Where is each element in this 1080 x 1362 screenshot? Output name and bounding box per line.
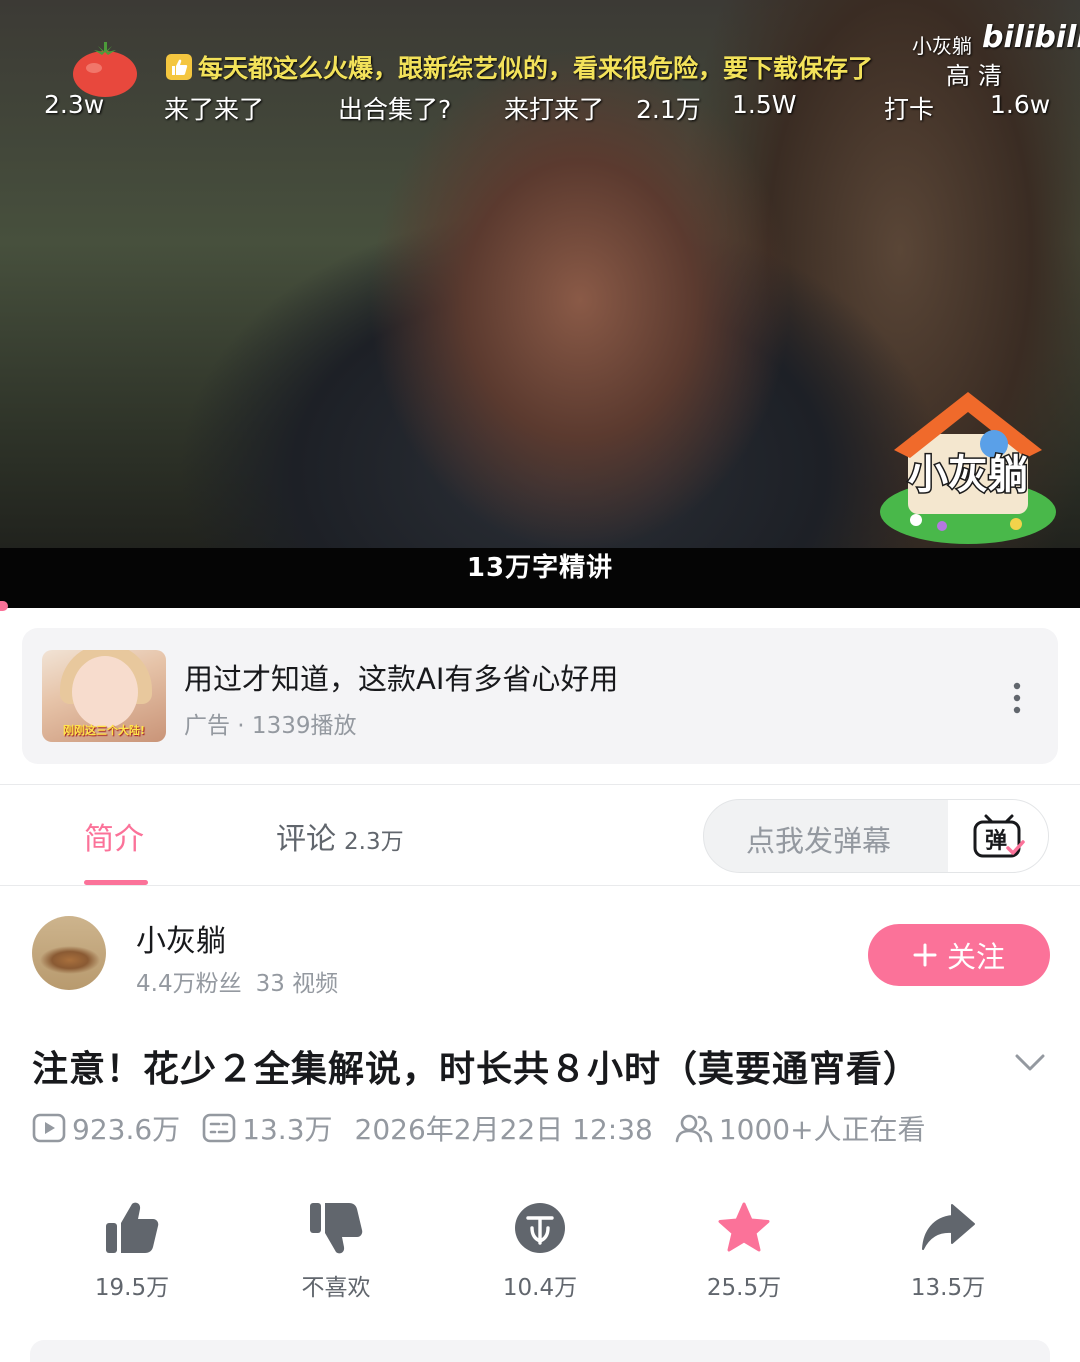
ad-thumbnail-caption: 刚刚这三个大陆! bbox=[62, 724, 146, 737]
next-section-card bbox=[30, 1340, 1050, 1362]
video-title: 注意！花少２全集解说，时长共８小时（莫要通宵看） bbox=[32, 1049, 921, 1090]
danmaku-item: 打卡 bbox=[884, 95, 935, 124]
tab-intro[interactable]: 简介 bbox=[84, 814, 144, 858]
tab-comments-label: 评论 bbox=[276, 822, 336, 857]
tab-comments-count: 2.3万 bbox=[344, 829, 404, 855]
ad-meta: 广告 · 1339播放 bbox=[184, 713, 357, 739]
plus-icon bbox=[913, 943, 937, 967]
ad-thumbnail: 刚刚这三个大陆! bbox=[42, 650, 166, 742]
uploader-stats: 4.4万粉丝 33 视频 bbox=[136, 964, 338, 998]
chevron-down-icon[interactable] bbox=[1014, 1052, 1046, 1074]
danmaku-item: 2.1万 bbox=[636, 95, 701, 124]
dislike-label: 不喜欢 bbox=[301, 1275, 371, 1301]
follow-button[interactable]: 关注 bbox=[868, 924, 1050, 986]
danmaku-input[interactable]: 点我发弹幕 弹 bbox=[703, 799, 1049, 873]
highlighted-danmaku: 每天都这么火爆，跟新综艺似的，看来很危险，要下载保存了 bbox=[166, 50, 873, 84]
video-meta: 923.6万 13.3万 2026年2月22日 12:38 1000+人正在看 bbox=[32, 1108, 948, 1148]
danmaku-settings-button[interactable]: 弹 bbox=[948, 800, 1048, 872]
uploader-fans: 4.4万粉丝 bbox=[136, 971, 242, 997]
play-count: 923.6万 bbox=[32, 1108, 180, 1148]
favorite-count: 25.5万 bbox=[706, 1275, 782, 1301]
publish-date-value: 2026年2月22日 12:38 bbox=[354, 1113, 653, 1146]
ad-card[interactable]: 刚刚这三个大陆! 用过才知道，这款AI有多省心好用 广告 · 1339播放 bbox=[22, 628, 1058, 764]
people-icon bbox=[675, 1114, 713, 1143]
danmaku-count-icon bbox=[202, 1113, 236, 1143]
corner-logo-text: 小灰躺 bbox=[908, 452, 1028, 498]
watching-now-value: 1000+人正在看 bbox=[718, 1113, 926, 1146]
divider bbox=[0, 885, 1080, 886]
danmaku-item: 2.3w bbox=[44, 90, 105, 119]
danmaku-item: 出合集了? bbox=[338, 95, 452, 124]
channel-corner-logo: 小灰躺 bbox=[880, 392, 1056, 544]
danmaku-count: 13.3万 bbox=[202, 1108, 333, 1148]
highlighted-danmaku-text: 每天都这么火爆，跟新综艺似的，看来很危险，要下载保存了 bbox=[198, 54, 874, 83]
danmaku-toggle-icon: 弹 bbox=[973, 814, 1025, 858]
quality-label[interactable]: 高清 bbox=[946, 56, 1010, 91]
share-count: 13.5万 bbox=[910, 1275, 986, 1301]
more-vertical-icon[interactable] bbox=[1006, 678, 1028, 718]
danmaku-glyph: 弹 bbox=[985, 829, 1007, 854]
ad-title: 用过才知道，这款AI有多省心好用 bbox=[184, 662, 619, 696]
publish-date: 2026年2月22日 12:38 bbox=[355, 1108, 653, 1148]
video-subtitle: 13万字精讲 bbox=[466, 553, 614, 583]
danmaku-item: 1.5W bbox=[732, 90, 797, 119]
coin-count: 10.4万 bbox=[502, 1275, 578, 1301]
danmaku-item: 来了来了 bbox=[164, 95, 265, 124]
danmaku-item: 来打来了 bbox=[504, 95, 605, 124]
thumbs-up-icon bbox=[166, 54, 192, 80]
thumbs-up-icon bbox=[106, 1202, 159, 1253]
thumbs-down-icon bbox=[310, 1203, 363, 1254]
share-button[interactable]: 13.5万 bbox=[878, 1198, 1018, 1302]
uploader-name[interactable]: 小灰躺 bbox=[136, 916, 226, 960]
progress-handle[interactable] bbox=[0, 601, 8, 611]
coin-button[interactable]: 10.4万 bbox=[470, 1198, 610, 1302]
coin-icon bbox=[515, 1203, 565, 1253]
share-icon bbox=[922, 1204, 975, 1250]
video-player[interactable]: 每天都这么火爆，跟新综艺似的，看来很危险，要下载保存了 2.3w 来了来了 出合… bbox=[0, 0, 1080, 608]
uploader-videos: 33 视频 bbox=[255, 971, 339, 997]
follow-button-label: 关注 bbox=[946, 940, 1005, 974]
danmaku-count-value: 13.3万 bbox=[242, 1113, 333, 1146]
watermark-username: 小灰躺 bbox=[912, 34, 972, 58]
watching-now: 1000+人正在看 bbox=[675, 1108, 926, 1148]
action-bar: 19.5万 不喜欢 10.4万 25.5万 13.5万 bbox=[0, 1198, 1080, 1308]
play-count-icon bbox=[32, 1113, 66, 1143]
bilibili-logo: bilibili bbox=[982, 20, 1080, 55]
tab-comments[interactable]: 评论 2.3万 bbox=[276, 814, 404, 858]
danmaku-input-placeholder: 点我发弹幕 bbox=[746, 824, 892, 858]
play-count-value: 923.6万 bbox=[72, 1113, 181, 1146]
uploader-avatar[interactable] bbox=[32, 916, 106, 990]
star-icon bbox=[718, 1202, 770, 1252]
favorite-button[interactable]: 25.5万 bbox=[674, 1198, 814, 1302]
like-count: 19.5万 bbox=[94, 1275, 170, 1301]
like-button[interactable]: 19.5万 bbox=[62, 1198, 202, 1302]
divider bbox=[0, 784, 1080, 785]
dislike-button[interactable]: 不喜欢 bbox=[266, 1198, 406, 1302]
danmaku-item: 1.6w bbox=[990, 90, 1051, 119]
